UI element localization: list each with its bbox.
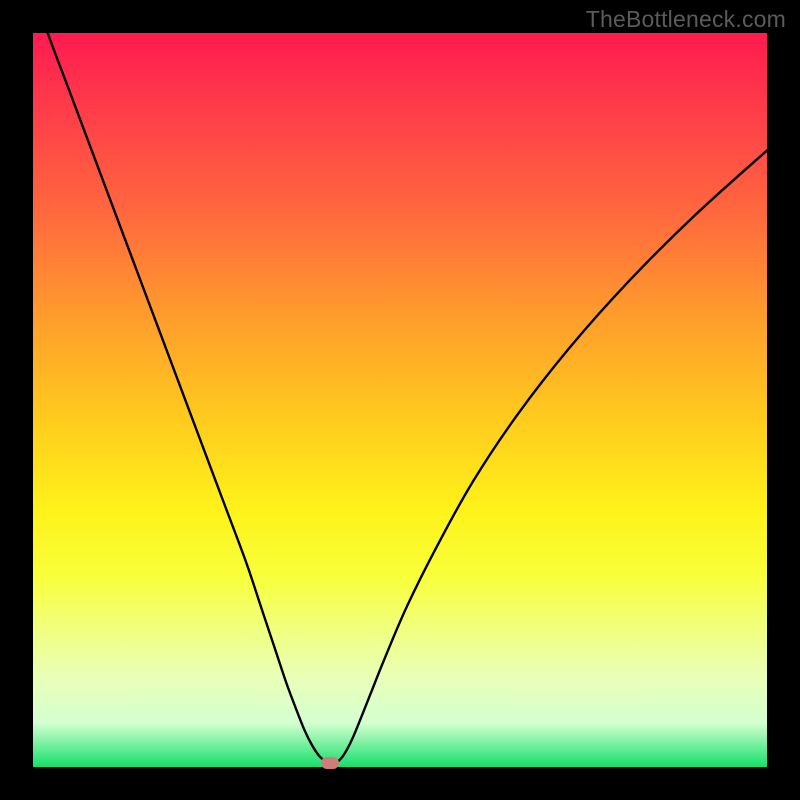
plot-area	[33, 33, 767, 767]
bottleneck-curve	[33, 0, 767, 764]
chart-frame: TheBottleneck.com	[0, 0, 800, 800]
optimal-point-marker	[321, 757, 339, 769]
watermark-text: TheBottleneck.com	[586, 6, 786, 33]
curve-svg	[33, 33, 767, 767]
